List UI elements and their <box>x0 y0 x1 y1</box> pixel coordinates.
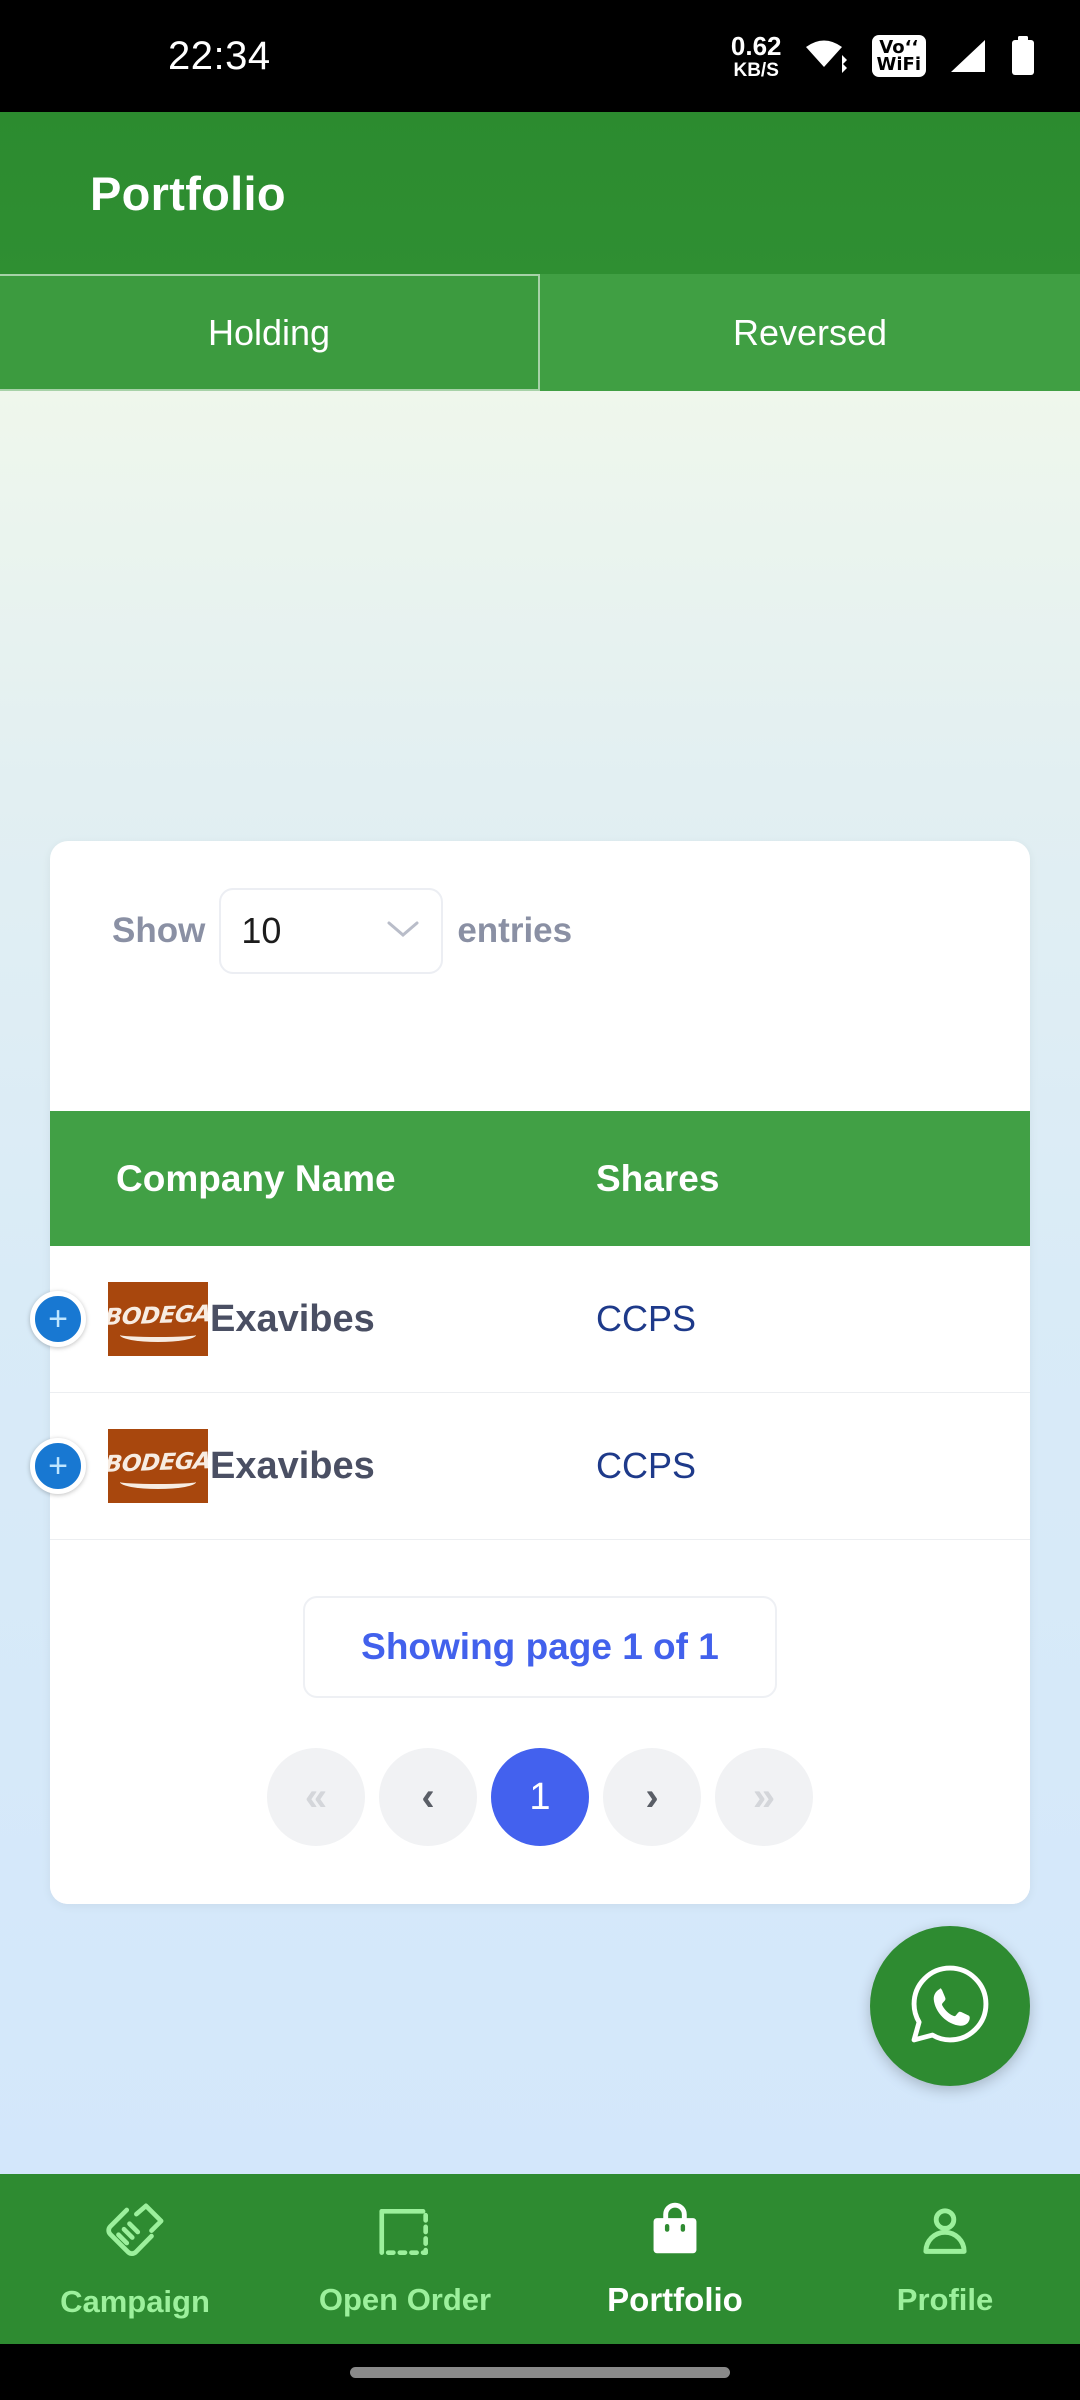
pagination-prev-button[interactable]: ‹ <box>379 1748 477 1846</box>
bottom-navigation-bar: Campaign Open Order Portfolio Profile <box>0 2174 1080 2344</box>
pagination-last-button[interactable]: » <box>715 1748 813 1846</box>
showing-page-info: Showing page 1 of 1 <box>303 1596 777 1698</box>
cell-company-name: BODEGA Exavibes <box>108 1282 596 1356</box>
content-area: Show 10 entries Company Name Shares + BO… <box>0 391 1080 2174</box>
table-header: Company Name Shares <box>50 1111 1030 1246</box>
company-logo: BODEGA <box>108 1282 208 1356</box>
shopping-bag-icon <box>644 2200 706 2267</box>
network-speed-indicator: 0.62 KB/S <box>731 33 782 80</box>
gesture-navigation-bar <box>0 2344 1080 2400</box>
cell-shares: CCPS <box>596 1445 697 1486</box>
pagination-controls: « ‹ 1 › » <box>267 1748 813 1846</box>
company-name-text: Exavibes <box>210 1444 375 1487</box>
nav-item-campaign[interactable]: Campaign <box>0 2174 270 2344</box>
vowifi-icon: Vo‘‘ WiFi <box>871 34 926 78</box>
table-row[interactable]: + BODEGA Exavibes CCPS <box>30 1246 1030 1393</box>
company-logo: BODEGA <box>108 1429 208 1503</box>
table-row[interactable]: + BODEGA Exavibes CCPS <box>30 1393 1030 1540</box>
tab-bar: Holding Reversed <box>0 274 1080 391</box>
nav-item-portfolio[interactable]: Portfolio <box>540 2174 810 2344</box>
gesture-pill[interactable] <box>350 2366 730 2378</box>
entries-prefix-label: Show <box>112 911 206 950</box>
pagination-page-1-button[interactable]: 1 <box>491 1748 589 1846</box>
column-header-company-name: Company Name <box>116 1157 396 1199</box>
status-bar-icons: 0.62 KB/S Vo‘‘ WiFi <box>731 33 1036 80</box>
page-title: Portfolio <box>90 166 286 220</box>
status-bar-clock: 22:34 <box>168 33 271 78</box>
whatsapp-fab-button[interactable] <box>870 1926 1030 2086</box>
app-bar: Portfolio <box>0 112 1080 274</box>
vowifi-line2: WiFi <box>876 54 922 75</box>
network-speed-value: 0.62 <box>730 30 782 61</box>
dashed-box-icon <box>374 2201 436 2268</box>
tab-holding-label: Holding <box>207 311 331 353</box>
column-header-shares: Shares <box>596 1157 720 1199</box>
cellular-signal-icon <box>948 38 988 74</box>
whatsapp-icon <box>904 1958 996 2055</box>
pagination-next-button[interactable]: › <box>603 1748 701 1846</box>
entries-control: Show 10 entries <box>50 841 1030 1111</box>
holdings-card: Show 10 entries Company Name Shares + BO… <box>30 841 1030 1904</box>
chevron-down-icon <box>385 918 421 945</box>
logo-swoosh <box>120 1328 196 1342</box>
nav-item-portfolio-label: Portfolio <box>607 2280 743 2318</box>
logo-swoosh <box>120 1475 196 1489</box>
battery-icon <box>1010 36 1036 76</box>
cell-shares: CCPS <box>596 1298 697 1339</box>
tab-reversed[interactable]: Reversed <box>540 274 1080 391</box>
tab-holding[interactable]: Holding <box>0 274 540 391</box>
plus-icon[interactable]: + <box>30 1438 86 1494</box>
nav-item-open-order[interactable]: Open Order <box>270 2174 540 2344</box>
nav-item-open-order-label: Open Order <box>318 2281 492 2317</box>
tab-reversed-label: Reversed <box>732 311 888 353</box>
pagination-first-button[interactable]: « <box>267 1748 365 1846</box>
plus-icon[interactable]: + <box>30 1291 86 1347</box>
company-name-text: Exavibes <box>210 1297 375 1340</box>
phone-screen: 22:34 0.62 KB/S Vo‘‘ WiFi Portfolio Hold… <box>0 0 1080 2400</box>
status-bar: 22:34 0.62 KB/S Vo‘‘ WiFi <box>0 0 1080 112</box>
nav-item-profile-label: Profile <box>896 2281 994 2317</box>
company-logo-text: BODEGA <box>108 1448 208 1478</box>
person-icon <box>914 2201 976 2268</box>
handshake-icon <box>102 2199 168 2270</box>
nav-item-profile[interactable]: Profile <box>810 2174 1080 2344</box>
nav-item-campaign-label: Campaign <box>60 2283 210 2319</box>
entries-suffix-label: entries <box>457 911 573 950</box>
entries-select-value: 10 <box>241 910 282 951</box>
company-logo-text: BODEGA <box>108 1301 208 1331</box>
network-speed-unit: KB/S <box>733 59 779 81</box>
cell-company-name: BODEGA Exavibes <box>108 1429 596 1503</box>
pagination-area: Showing page 1 of 1 « ‹ 1 › » <box>50 1540 1030 1904</box>
entries-select[interactable]: 10 <box>219 888 444 974</box>
wifi-icon <box>804 37 850 75</box>
